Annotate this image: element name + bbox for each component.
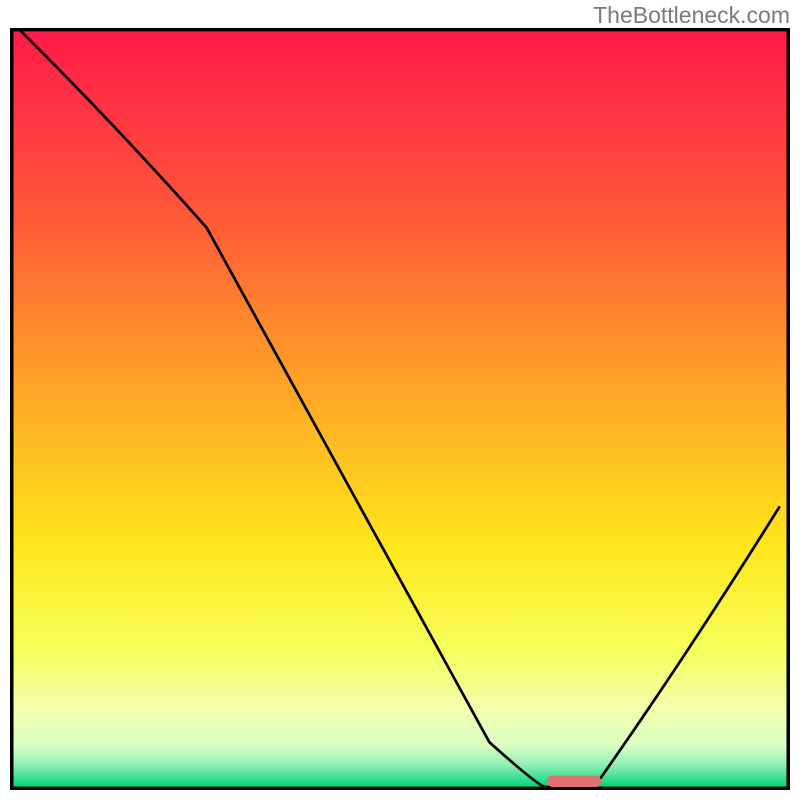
optimal-range-marker [547, 776, 601, 787]
chart-svg [10, 28, 790, 790]
watermark-text: TheBottleneck.com [593, 2, 790, 29]
chart-area [10, 28, 790, 790]
